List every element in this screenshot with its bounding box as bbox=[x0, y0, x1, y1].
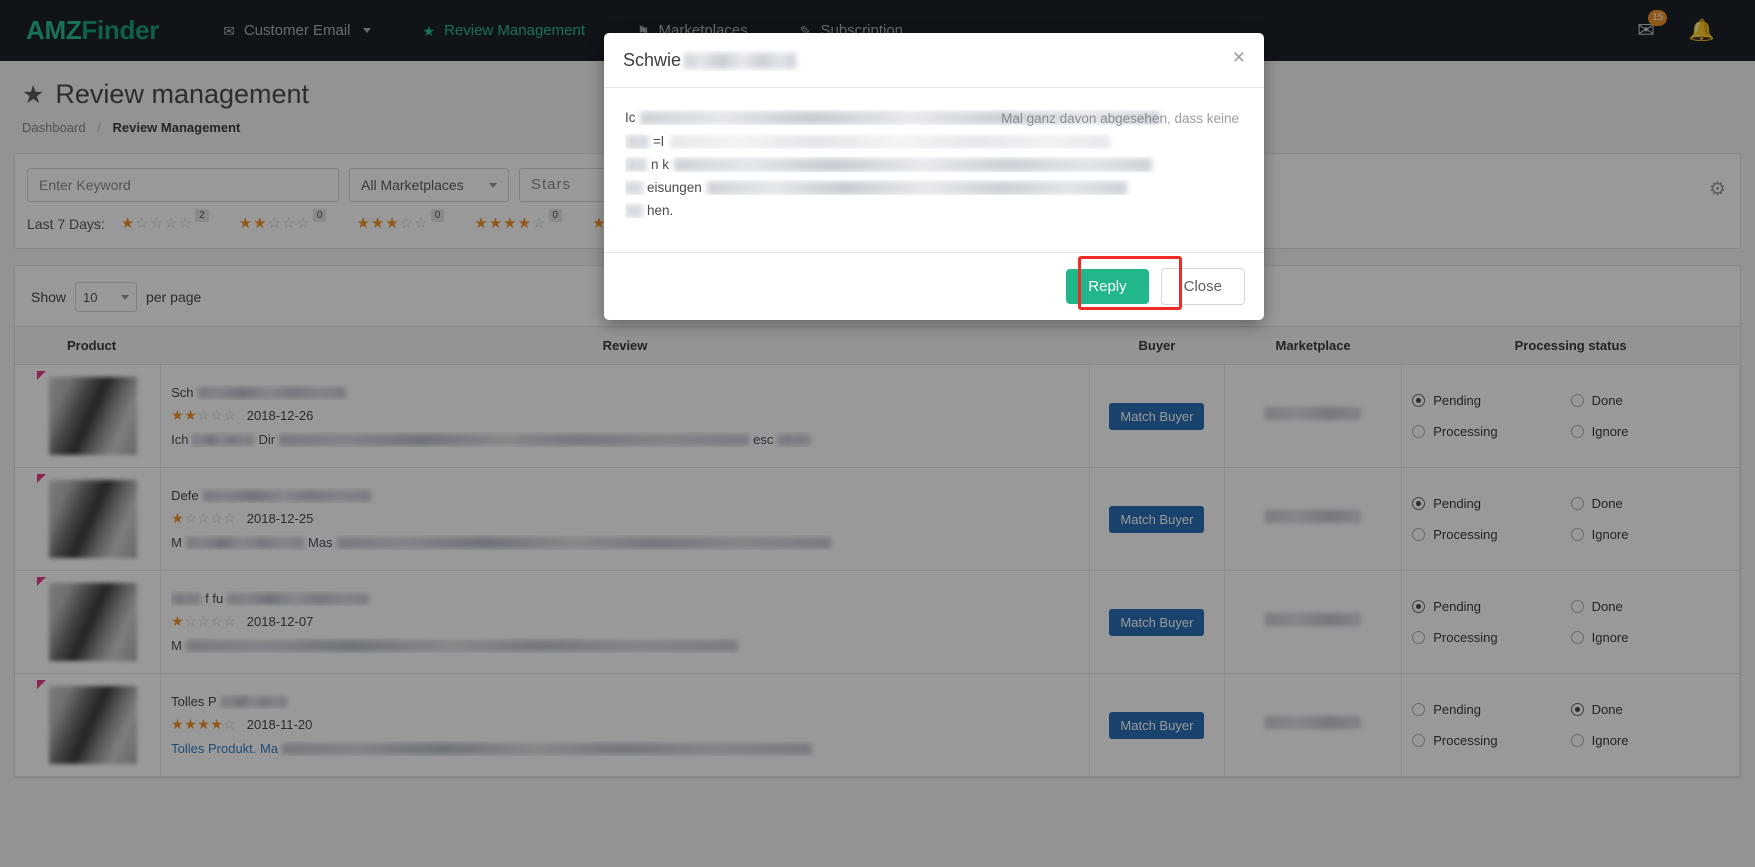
modal-body-lead: =l bbox=[653, 134, 664, 149]
reply-modal: Schwie × Ic Mal ganz davon abgesehen, da… bbox=[604, 33, 1264, 320]
redacted-text bbox=[625, 134, 649, 149]
redacted-text bbox=[625, 203, 643, 218]
app-root: AMZFinder ✉ Customer Email ★ Review Mana… bbox=[0, 0, 1755, 867]
modal-body-lead: eisungen bbox=[647, 180, 702, 195]
modal-body-lead: Ic bbox=[625, 110, 636, 125]
redacted-text bbox=[674, 157, 1153, 172]
modal-body-line: =l bbox=[625, 134, 1243, 149]
modal-title: Schwie bbox=[623, 50, 1223, 71]
modal-body-line: hen. bbox=[625, 203, 1243, 218]
close-button[interactable]: Close bbox=[1160, 268, 1245, 305]
redacted-text bbox=[625, 180, 643, 195]
modal-title-text: Schwie bbox=[623, 50, 682, 70]
modal-body-line: eisungen bbox=[625, 180, 1243, 195]
modal-footer: Reply Close bbox=[604, 252, 1264, 320]
redacted-text bbox=[706, 180, 1127, 195]
redacted-text bbox=[684, 52, 797, 69]
modal-body: Ic Mal ganz davon abgesehen, dass keine … bbox=[604, 88, 1264, 252]
modal-header: Schwie × bbox=[604, 33, 1264, 88]
modal-body-lead: hen. bbox=[647, 203, 674, 218]
modal-body-lead: n k bbox=[651, 157, 670, 172]
redacted-text bbox=[625, 157, 647, 172]
reply-button[interactable]: Reply bbox=[1066, 269, 1149, 304]
modal-body-line: n k bbox=[625, 157, 1243, 172]
modal-body-tail: Mal ganz davon abgesehen, dass keine bbox=[1001, 111, 1239, 126]
close-icon[interactable]: × bbox=[1223, 47, 1245, 68]
redacted-text bbox=[669, 134, 1110, 149]
